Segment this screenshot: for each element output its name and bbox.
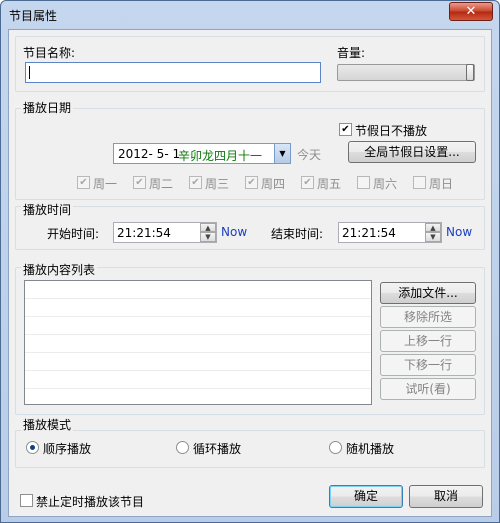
move-down-button[interactable]: 下移一行 (380, 354, 476, 376)
dialog-body: 节目名称: 音量: 播放日期 ✔ 节假日不播放 全局节假日设置... 2012-… (8, 29, 492, 517)
weekday-label: 周六 (373, 177, 398, 191)
end-time-value: 21:21:54 (342, 226, 396, 240)
lunar-date-text: 辛卯龙四月十一 (178, 149, 263, 163)
start-time-now-link[interactable]: Now (221, 225, 247, 239)
move-up-button[interactable]: 上移一行 (380, 330, 476, 352)
add-file-button[interactable]: 添加文件... (380, 282, 476, 304)
mode-random-radio[interactable] (329, 441, 342, 454)
end-time-down-arrow-icon[interactable]: ▼ (425, 232, 441, 242)
weekday-checkbox[interactable]: ✔ (301, 176, 314, 189)
title-bar[interactable]: 节目属性 ✕ (1, 1, 499, 29)
preview-button[interactable]: 试听(看) (380, 378, 476, 400)
end-time-up-arrow-icon[interactable]: ▲ (425, 223, 441, 232)
disable-schedule-label: 禁止定时播放该节目 (36, 495, 145, 509)
weekday-checkbox[interactable]: ✔ (133, 176, 146, 189)
program-name-input[interactable] (25, 62, 321, 83)
content-list[interactable] (24, 280, 372, 405)
weekday-checkbox[interactable] (413, 176, 426, 189)
content-list-group-label: 播放内容列表 (21, 261, 98, 278)
mode-loop-radio[interactable] (176, 441, 189, 454)
weekday-label: 周一 (93, 177, 118, 191)
date-value: 2012- 5- 1 (118, 147, 181, 161)
start-time-down-arrow-icon[interactable]: ▼ (200, 232, 216, 242)
disable-schedule-checkbox[interactable] (20, 494, 33, 507)
weekday-label: 周四 (261, 177, 286, 191)
weekday-label: 周三 (205, 177, 230, 191)
weekday-checkbox[interactable] (357, 176, 370, 189)
cancel-button[interactable]: 取消 (409, 485, 483, 508)
dialog-window: 节目属性 ✕ 节目名称: 音量: 播放日期 ✔ 节假日不播放 全局节假日设置..… (0, 0, 500, 523)
weekday-checkbox[interactable]: ✔ (189, 176, 202, 189)
ok-button[interactable]: 确定 (329, 485, 403, 508)
end-time-label: 结束时间: (271, 227, 324, 241)
weekday-label: 周五 (317, 177, 342, 191)
mode-sequential-radio[interactable] (26, 441, 39, 454)
program-name-label: 节目名称: (23, 46, 76, 60)
holiday-checkbox[interactable]: ✔ (339, 123, 352, 136)
volume-slider-thumb[interactable] (466, 64, 474, 81)
mode-loop-label: 循环播放 (193, 442, 242, 456)
play-time-group-label: 播放时间 (21, 201, 74, 218)
holiday-checkbox-label: 节假日不播放 (355, 124, 428, 138)
today-label[interactable]: 今天 (297, 146, 321, 163)
weekday-label: 周日 (429, 177, 454, 191)
start-time-value: 21:21:54 (117, 226, 171, 240)
weekday-label: 周二 (149, 177, 174, 191)
global-holiday-settings-button[interactable]: 全局节假日设置... (348, 141, 476, 163)
volume-label: 音量: (337, 46, 366, 60)
text-cursor (29, 66, 30, 79)
start-time-label: 开始时间: (47, 227, 100, 241)
chevron-down-icon[interactable]: ▼ (274, 144, 290, 163)
remove-selected-button[interactable]: 移除所选 (380, 306, 476, 328)
mode-sequential-label: 顺序播放 (43, 442, 92, 456)
mode-random-label: 随机播放 (346, 442, 395, 456)
weekday-checkbox[interactable]: ✔ (77, 176, 90, 189)
volume-slider[interactable] (337, 64, 475, 81)
start-time-up-arrow-icon[interactable]: ▲ (200, 223, 216, 232)
date-picker[interactable]: 2012- 5- 1 辛卯龙四月十一 ▼ (113, 143, 291, 164)
close-button[interactable]: ✕ (449, 2, 493, 21)
window-title: 节目属性 (9, 9, 58, 23)
play-mode-group-label: 播放模式 (21, 416, 74, 433)
play-date-group-label: 播放日期 (21, 99, 74, 116)
end-time-now-link[interactable]: Now (446, 225, 472, 239)
weekday-checkbox[interactable]: ✔ (245, 176, 258, 189)
